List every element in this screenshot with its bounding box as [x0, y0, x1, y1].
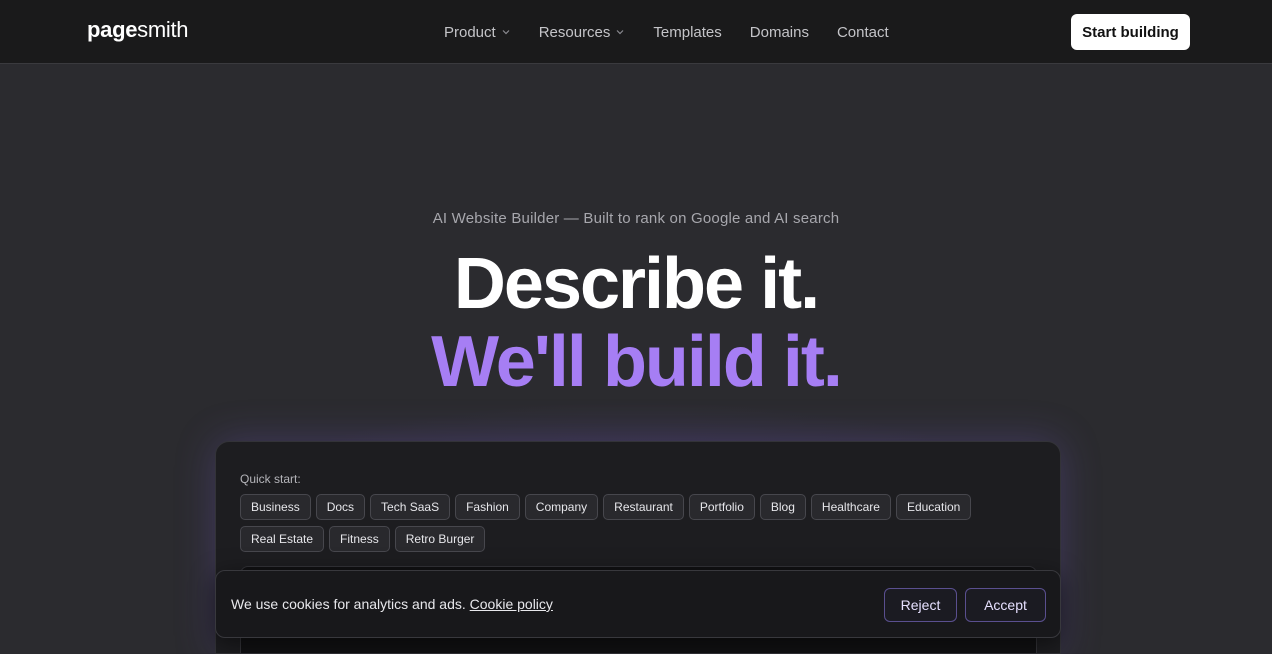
main-nav: Product Resources Templates Domains Cont… — [444, 22, 917, 42]
start-building-button[interactable]: Start building — [1071, 14, 1190, 50]
hero-eyebrow: AI Website Builder — Built to rank on Go… — [432, 210, 840, 227]
chip-docs[interactable]: Docs — [315, 494, 366, 520]
chip-education[interactable]: Education — [895, 494, 972, 520]
cookie-banner: We use cookies for analytics and ads. Co… — [215, 570, 1061, 638]
pagesmith-logo[interactable]: page smith — [87, 17, 189, 47]
nav-item-product[interactable]: Product — [444, 24, 511, 41]
nav-item-label: Contact — [836, 23, 889, 41]
accept-cookies-button[interactable]: Accept — [965, 588, 1046, 622]
cookie-text: We use cookies for analytics and ads. — [231, 596, 466, 612]
nav-item-templates[interactable]: Templates — [653, 24, 721, 41]
chip-fashion[interactable]: Fashion — [455, 494, 520, 520]
logo-text-light: smith — [137, 17, 189, 42]
nav-item-label: Domains — [749, 23, 809, 41]
nav-item-resources[interactable]: Resources — [539, 24, 626, 41]
chip-company[interactable]: Company — [524, 494, 599, 520]
chevron-down-icon — [616, 30, 624, 35]
chip-retro-burger[interactable]: Retro Burger — [394, 526, 486, 552]
chip-portfolio[interactable]: Portfolio — [688, 494, 755, 520]
chip-real-estate[interactable]: Real Estate — [240, 526, 325, 552]
cookie-policy-link[interactable]: Cookie policy — [470, 596, 553, 612]
hero-headline-line2: We'll build it. — [431, 322, 843, 402]
chip-healthcare[interactable]: Healthcare — [810, 494, 891, 520]
chip-business[interactable]: Business — [240, 494, 311, 520]
chip-fitness[interactable]: Fitness — [329, 526, 390, 552]
chip-blog[interactable]: Blog — [759, 494, 806, 520]
chevron-down-icon — [502, 30, 510, 35]
nav-item-label: Product — [444, 23, 496, 41]
nav-item-domains[interactable]: Domains — [750, 24, 809, 41]
hero-headline-line1: Describe it. — [453, 244, 820, 324]
cookie-message: We use cookies for analytics and ads. Co… — [231, 596, 553, 612]
chip-tech-saas[interactable]: Tech SaaS — [370, 494, 451, 520]
quick-start-label: Quick start: — [240, 472, 301, 486]
nav-item-contact[interactable]: Contact — [837, 24, 889, 41]
nav-item-label: Resources — [538, 23, 611, 41]
reject-cookies-button[interactable]: Reject — [884, 588, 957, 622]
chip-restaurant[interactable]: Restaurant — [603, 494, 684, 520]
top-navigation-bar: page smith Product Resources Templates Do… — [0, 0, 1272, 64]
quick-start-chips: Business Docs Tech SaaS Fashion Company … — [240, 494, 1000, 558]
logo-text-strong: page — [87, 17, 138, 42]
nav-item-label: Templates — [653, 23, 722, 41]
